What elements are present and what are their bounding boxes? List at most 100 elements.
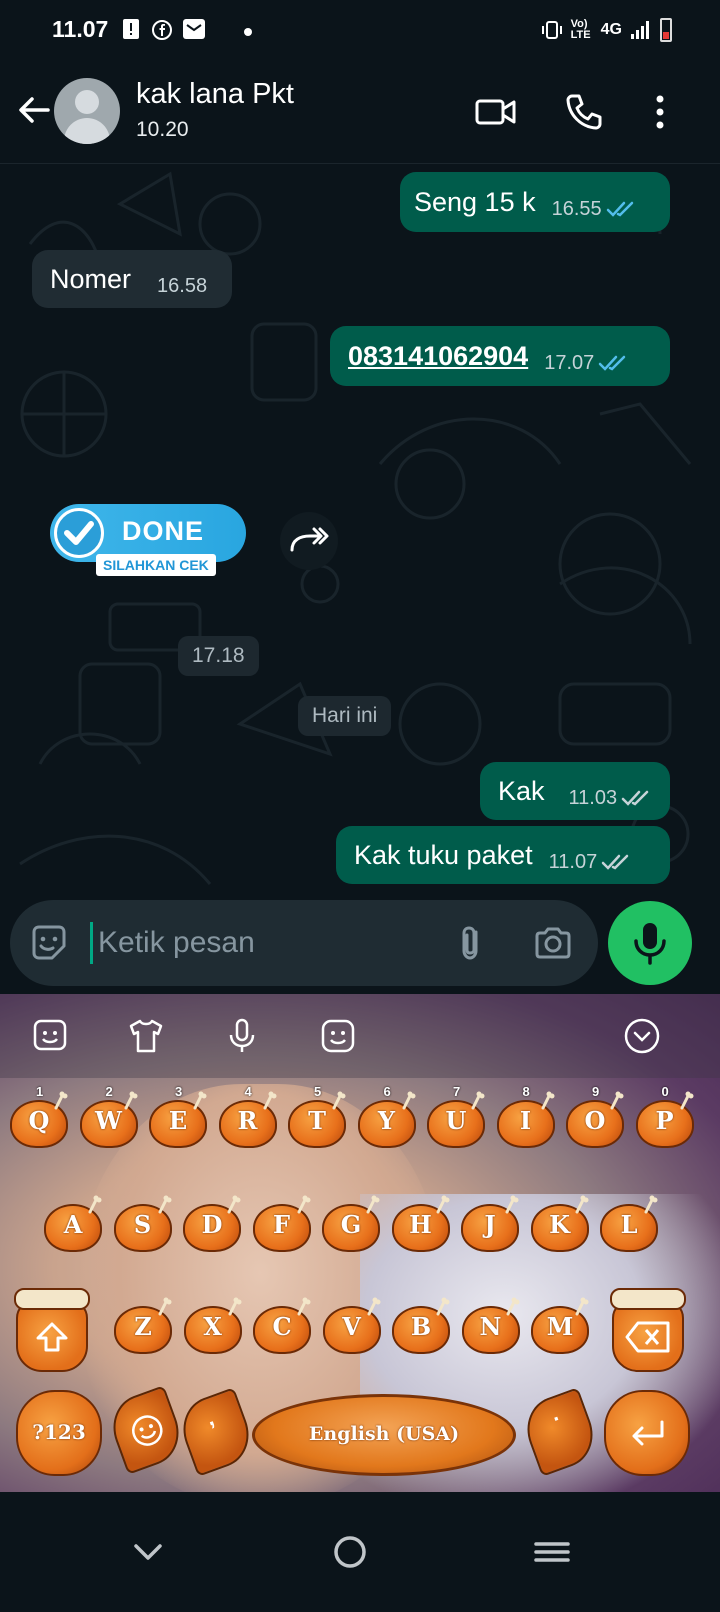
- key-hint-digit: 7: [453, 1084, 461, 1099]
- key-hint-digit: 4: [244, 1084, 252, 1099]
- key-f[interactable]: F: [252, 1194, 315, 1256]
- message-time: 16.58: [157, 274, 208, 297]
- key-j[interactable]: J: [461, 1194, 523, 1256]
- key-x[interactable]: X: [183, 1296, 246, 1358]
- key-o[interactable]: O9: [566, 1084, 628, 1152]
- more-options-icon[interactable]: [638, 90, 682, 134]
- attach-icon[interactable]: [450, 922, 492, 964]
- back-arrow-icon[interactable]: [14, 90, 54, 130]
- key-w[interactable]: W2: [79, 1084, 142, 1152]
- message-input[interactable]: [98, 918, 428, 968]
- key-b[interactable]: B: [392, 1296, 454, 1358]
- key-s[interactable]: S: [113, 1194, 176, 1256]
- voice-call-icon[interactable]: [562, 90, 606, 134]
- space-key[interactable]: English (USA): [252, 1394, 516, 1476]
- keyboard-voice-icon[interactable]: [222, 1016, 262, 1056]
- nav-home-icon[interactable]: [320, 1522, 380, 1582]
- key-p[interactable]: P0: [635, 1084, 698, 1152]
- keyboard-sticker-icon[interactable]: [30, 1016, 70, 1056]
- delivered-double-tick-icon: [601, 854, 629, 870]
- nav-recents-icon[interactable]: [522, 1522, 582, 1582]
- key-label: W: [95, 1106, 122, 1135]
- key-n[interactable]: N: [461, 1296, 524, 1358]
- avatar-head-shape: [75, 90, 99, 114]
- key-label: A: [63, 1210, 83, 1239]
- check-icon: [64, 521, 94, 545]
- chat-area[interactable]: Seng 15 k 16.55 Nomer 16.58 083141062904…: [0, 164, 720, 924]
- message-text: Seng 15 k: [414, 186, 536, 217]
- status-bar: 11.07 Vo) LTE 4G: [0, 0, 720, 62]
- key-e[interactable]: E3: [149, 1084, 211, 1152]
- shift-key[interactable]: [12, 1284, 92, 1376]
- key-label: U: [445, 1106, 467, 1135]
- message-bubble-outgoing[interactable]: 083141062904 17.07: [330, 326, 670, 386]
- key-t[interactable]: T5: [288, 1084, 350, 1152]
- key-g[interactable]: G: [322, 1194, 384, 1256]
- contact-avatar[interactable]: [54, 78, 120, 144]
- message-meta: 17.07: [544, 352, 630, 375]
- space-key-label: English (USA): [308, 1423, 460, 1445]
- sticker-main-text: DONE: [122, 516, 205, 546]
- chat-header: kak lana Pkt 10.20: [0, 62, 720, 164]
- symbols-key[interactable]: ?123: [16, 1390, 102, 1476]
- key-label: Y: [377, 1106, 396, 1135]
- voice-record-button[interactable]: [608, 901, 692, 985]
- key-l[interactable]: L: [600, 1194, 662, 1256]
- sticker-sub-text: SILAHKAN CEK: [96, 554, 216, 576]
- key-m[interactable]: M: [531, 1296, 593, 1358]
- key-label: H: [409, 1210, 432, 1239]
- key-h[interactable]: H: [391, 1194, 454, 1256]
- nav-back-chevron-icon[interactable]: [118, 1522, 178, 1582]
- key-label: F: [272, 1210, 291, 1239]
- key-label: P: [655, 1106, 674, 1135]
- message-time: 17.07: [544, 351, 595, 374]
- key-hint-digit: 5: [314, 1084, 322, 1099]
- key-label: V: [342, 1312, 361, 1341]
- forward-button[interactable]: [280, 512, 338, 570]
- message-bubble-outgoing[interactable]: Kak tuku paket 11.07: [336, 826, 670, 884]
- key-k[interactable]: K: [530, 1194, 593, 1256]
- key-i[interactable]: I8: [496, 1084, 559, 1152]
- date-divider: Hari ini: [298, 696, 392, 736]
- key-r[interactable]: R4: [218, 1084, 281, 1152]
- sticker-message[interactable]: DONE SILAHKAN CEK: [50, 504, 246, 590]
- key-label: O: [584, 1106, 606, 1135]
- mail-icon: [183, 19, 205, 39]
- message-time: 16.55: [551, 197, 602, 220]
- key-label: N: [479, 1312, 502, 1341]
- message-bubble-incoming[interactable]: Nomer 16.58: [32, 250, 232, 308]
- key-v[interactable]: V: [322, 1296, 385, 1358]
- key-label: I: [519, 1106, 532, 1135]
- system-nav-bar: [0, 1492, 720, 1612]
- key-y[interactable]: Y6: [357, 1084, 420, 1152]
- video-call-icon[interactable]: [474, 90, 518, 134]
- key-q[interactable]: Q1: [10, 1084, 72, 1152]
- camera-icon[interactable]: [532, 922, 574, 964]
- keyboard-theme-shirt-icon[interactable]: [126, 1016, 166, 1056]
- key-u[interactable]: U7: [427, 1084, 489, 1152]
- key-z[interactable]: Z: [114, 1296, 176, 1358]
- key-a[interactable]: A: [44, 1194, 106, 1256]
- contact-name[interactable]: kak lana Pkt: [136, 78, 294, 111]
- volte-label: Vo) LTE: [570, 18, 591, 41]
- keyboard-collapse-chevron-icon[interactable]: [622, 1016, 662, 1056]
- keyboard-emoji-icon[interactable]: [318, 1016, 358, 1056]
- backspace-key[interactable]: [608, 1284, 688, 1376]
- key-label: E: [168, 1106, 188, 1135]
- sticker-emoji-icon[interactable]: [28, 922, 70, 964]
- enter-key[interactable]: [604, 1390, 690, 1476]
- message-bubble-outgoing[interactable]: Seng 15 k 16.55: [400, 172, 670, 232]
- keyboard-toolbar: [0, 994, 720, 1078]
- key-label: B: [410, 1312, 432, 1341]
- message-meta: 11.07: [549, 851, 634, 874]
- alert-icon: [123, 19, 139, 39]
- key-c[interactable]: C: [253, 1296, 315, 1358]
- facebook-icon: [152, 20, 172, 40]
- key-hint-digit: 2: [105, 1084, 113, 1099]
- key-label: S: [133, 1210, 152, 1239]
- message-bubble-outgoing[interactable]: Kak 11.03: [480, 762, 670, 820]
- delivered-double-tick-icon: [621, 790, 649, 806]
- key-d[interactable]: D: [183, 1194, 245, 1256]
- phone-number-link[interactable]: 083141062904: [348, 341, 528, 372]
- symbols-key-label: ?123: [32, 1420, 86, 1444]
